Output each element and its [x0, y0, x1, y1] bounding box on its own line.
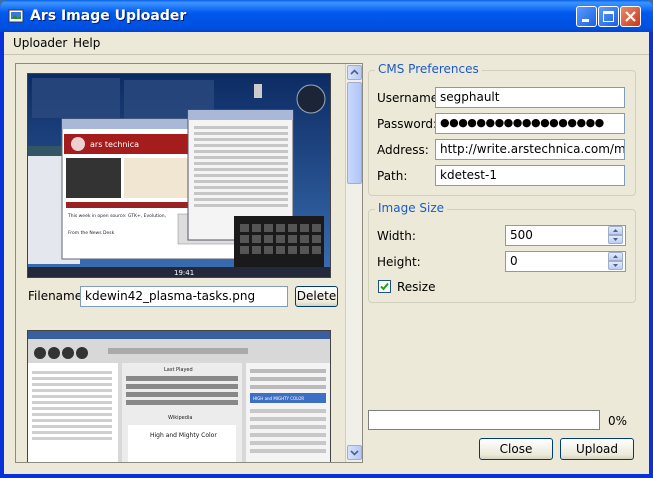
arrow-down-icon: [350, 450, 359, 456]
arrow-up-icon: [613, 229, 618, 232]
menu-help[interactable]: Help: [73, 36, 100, 50]
password-label: Password:: [377, 117, 438, 131]
shot-site-name: ars technica: [90, 140, 139, 149]
height-stepper[interactable]: [608, 252, 623, 270]
username-field[interactable]: segphault: [435, 87, 625, 108]
maximize-icon: [603, 11, 614, 22]
shot-last-played: Last Played: [164, 367, 193, 373]
menu-bar: Uploader Help: [4, 32, 649, 54]
title-bar[interactable]: Ars Image Uploader: [0, 0, 653, 32]
address-label: Address:: [377, 143, 429, 157]
arrow-down-icon: [613, 238, 618, 241]
screenshot-preview: Last Played Wikipedia High and Mighty Co…: [28, 331, 330, 462]
menu-uploader[interactable]: Uploader: [13, 36, 67, 50]
minimize-button[interactable]: [576, 6, 597, 27]
image-list-scrollbar[interactable]: [345, 64, 362, 462]
arrow-down-icon: [613, 264, 618, 267]
app-window: Ars Image Uploader Uploader Help ars tec…: [0, 0, 653, 478]
scroll-up-button[interactable]: [347, 65, 362, 80]
cms-preferences-title: CMS Preferences: [375, 62, 482, 76]
upload-progress-bar: [368, 410, 600, 430]
width-up-button[interactable]: [608, 226, 623, 235]
arrow-up-icon: [350, 69, 359, 75]
delete-button[interactable]: Delete: [295, 286, 338, 307]
arrow-up-icon: [613, 255, 618, 258]
path-field[interactable]: kdetest-1: [435, 165, 625, 186]
menu-divider: [4, 54, 649, 55]
close-button[interactable]: Close: [479, 438, 553, 460]
shot-tab-wikipedia: Wikipedia: [168, 415, 192, 421]
height-label: Height:: [377, 255, 421, 269]
checkmark-icon: [380, 282, 389, 291]
username-label: Username:: [377, 91, 443, 105]
scroll-thumb[interactable]: [347, 82, 362, 184]
client-area: Uploader Help ars technica This week in …: [4, 32, 649, 474]
scroll-down-button[interactable]: [347, 445, 362, 460]
progress-percent: 0%: [608, 414, 628, 428]
shot-playlist-title: HIGH and MIGHTY COLOR: [253, 396, 304, 401]
image-thumbnail[interactable]: Last Played Wikipedia High and Mighty Co…: [27, 330, 331, 462]
close-icon: [625, 11, 636, 22]
shot-song-title: High and Mighty Color: [150, 432, 217, 439]
filename-label: Filename:: [28, 289, 87, 303]
path-label: Path:: [377, 169, 408, 183]
resize-label: Resize: [397, 280, 436, 294]
upload-button[interactable]: Upload: [560, 438, 634, 460]
window-title: Ars Image Uploader: [30, 8, 187, 24]
password-field[interactable]: ●●●●●●●●●●●●●●●●●●: [435, 113, 625, 134]
height-up-button[interactable]: [608, 252, 623, 261]
image-thumbnail[interactable]: ars technica This week in open source: G…: [27, 73, 331, 278]
image-list-panel[interactable]: ars technica This week in open source: G…: [15, 63, 363, 463]
shot-link-2: From the News Desk: [68, 230, 115, 236]
width-down-button[interactable]: [608, 235, 623, 244]
minimize-icon: [582, 19, 589, 22]
shot-clock: 19:41: [174, 269, 194, 277]
screenshot-preview: ars technica This week in open source: G…: [28, 74, 330, 277]
app-icon: [8, 9, 24, 23]
height-down-button[interactable]: [608, 261, 623, 270]
filename-field[interactable]: kdewin42_plasma-tasks.png: [80, 286, 288, 307]
resize-checkbox[interactable]: [378, 280, 391, 293]
width-stepper[interactable]: [608, 226, 623, 244]
close-window-button[interactable]: [620, 6, 641, 27]
width-label: Width:: [377, 229, 416, 243]
address-field[interactable]: http://write.arstechnica.com/mt-xmlrpc: [435, 139, 625, 160]
maximize-button[interactable]: [598, 6, 619, 27]
shot-link-1: This week in open source: GTK+, Evolutio…: [67, 213, 166, 219]
image-size-title: Image Size: [375, 201, 448, 215]
